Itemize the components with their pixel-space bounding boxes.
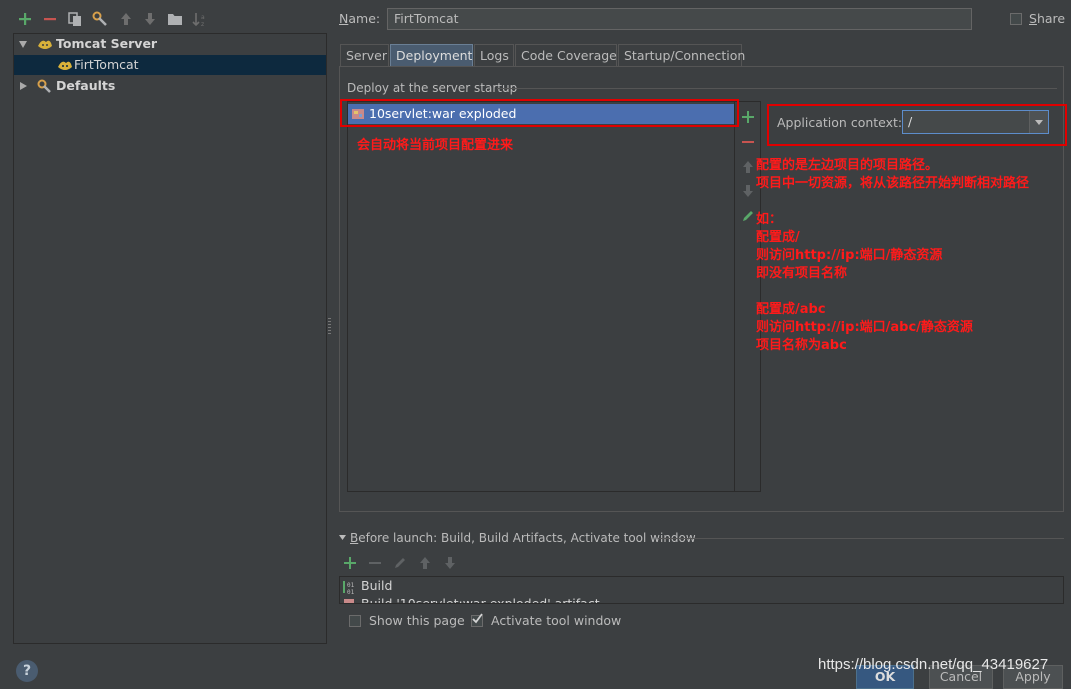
annotation-box — [767, 104, 1067, 146]
tree-group-tomcat-server[interactable]: Tomcat Server — [14, 34, 326, 54]
tab-logs[interactable]: Logs — [474, 44, 514, 66]
svg-text:a: a — [201, 14, 205, 21]
move-down-icon[interactable] — [141, 10, 159, 28]
section-divider — [658, 538, 1064, 539]
annotation-list-note: 会自动将当前项目配置进来 — [357, 138, 514, 153]
tree-group-label: Defaults — [56, 78, 116, 93]
build-icon: 01 01 — [342, 579, 356, 595]
annotation-line: 配置的是左边项目的项目路径。 — [756, 158, 939, 173]
annotation-line: 项目名称为abc — [756, 338, 847, 353]
annotation-line: 配置成/ — [756, 230, 800, 245]
name-label: Name: — [339, 11, 381, 26]
move-up-icon[interactable] — [741, 160, 755, 174]
chevron-right-icon[interactable] — [20, 82, 27, 90]
deploy-list — [347, 101, 735, 492]
tree-group-label: Tomcat Server — [56, 36, 158, 51]
section-divider — [497, 88, 1057, 89]
svg-text:01: 01 — [347, 582, 355, 589]
tomcat-icon — [36, 36, 54, 52]
annotation-line: 则访问http://ip:端口/静态资源 — [756, 248, 943, 263]
wrench-icon[interactable] — [91, 10, 109, 28]
annotation-line: 如： — [756, 212, 783, 227]
artifact-icon — [342, 597, 356, 603]
annotation-box — [340, 99, 739, 127]
before-launch-item[interactable]: Build '10servlet:war exploded' artifact — [361, 596, 600, 603]
tree-item-label: FirtTomcat — [74, 57, 139, 72]
before-launch-toggle[interactable] — [338, 533, 347, 542]
annotation-line — [756, 193, 1029, 211]
tab-startup-connection[interactable]: Startup/Connection — [618, 44, 745, 66]
annotation-line: 项目中一切资源，将从该路径开始判断相对路径 — [756, 176, 1030, 191]
before-launch-list: 01 01 Build Build '10servlet:war exploded… — [339, 576, 1064, 604]
annotation-line: 则访问http://ip:端口/abc/静态资源 — [756, 320, 973, 335]
show-this-page-checkbox[interactable] — [349, 615, 361, 627]
help-icon[interactable]: ? — [16, 660, 38, 682]
move-down-icon[interactable] — [741, 184, 755, 198]
edit-icon[interactable] — [393, 556, 407, 570]
annotation-context-notes: 配置的是左边项目的项目路径。 项目中一切资源，将从该路径开始判断相对路径 如： … — [756, 157, 1029, 355]
edit-icon[interactable] — [741, 209, 755, 223]
svg-text:z: z — [201, 21, 204, 28]
activate-tool-window-checkbox[interactable] — [471, 613, 483, 627]
move-down-icon[interactable] — [443, 556, 457, 570]
deploy-section-title: Deploy at the server startup — [347, 81, 518, 95]
watermark: https://blog.csdn.net/qq_43419627 — [818, 656, 1049, 673]
remove-icon[interactable] — [368, 556, 382, 570]
annotation-line: 配置成/abc — [756, 302, 826, 317]
chevron-down-icon[interactable] — [19, 41, 27, 48]
share-checkbox[interactable] — [1010, 13, 1022, 25]
folder-icon[interactable] — [166, 10, 184, 28]
add-icon[interactable] — [740, 109, 756, 125]
show-this-page-label: Show this page — [369, 613, 465, 628]
tab-server[interactable]: Server — [340, 44, 389, 66]
tab-code-coverage[interactable]: Code Coverage — [515, 44, 617, 66]
run-config-tree: Tomcat Server FirtTomcat Defaults — [13, 33, 327, 644]
wrench-icon — [36, 78, 54, 94]
copy-icon[interactable] — [66, 10, 84, 28]
annotation-line — [756, 283, 1029, 301]
activate-tool-window-label: Activate tool window — [491, 613, 622, 628]
name-field[interactable]: FirtTomcat — [387, 8, 972, 30]
splitter-handle[interactable] — [328, 318, 331, 334]
add-icon[interactable] — [343, 556, 357, 570]
annotation-line: 即没有项目名称 — [756, 266, 848, 281]
remove-icon[interactable] — [740, 134, 756, 150]
tab-deployment[interactable]: Deployment — [390, 44, 473, 66]
before-launch-item[interactable]: Build — [361, 578, 392, 593]
share-label: Share — [1029, 11, 1066, 26]
sort-icon[interactable]: az — [191, 10, 209, 28]
tree-group-defaults[interactable]: Defaults — [14, 76, 326, 96]
svg-text:01: 01 — [347, 589, 355, 595]
remove-icon[interactable] — [41, 10, 59, 28]
move-up-icon[interactable] — [418, 556, 432, 570]
tree-item-firttomcat[interactable]: FirtTomcat — [14, 55, 326, 75]
add-icon[interactable] — [16, 10, 34, 28]
tomcat-icon — [56, 57, 74, 73]
move-up-icon[interactable] — [117, 10, 135, 28]
before-launch-title[interactable]: Before launch: Build, Build Artifacts, A… — [350, 531, 696, 545]
